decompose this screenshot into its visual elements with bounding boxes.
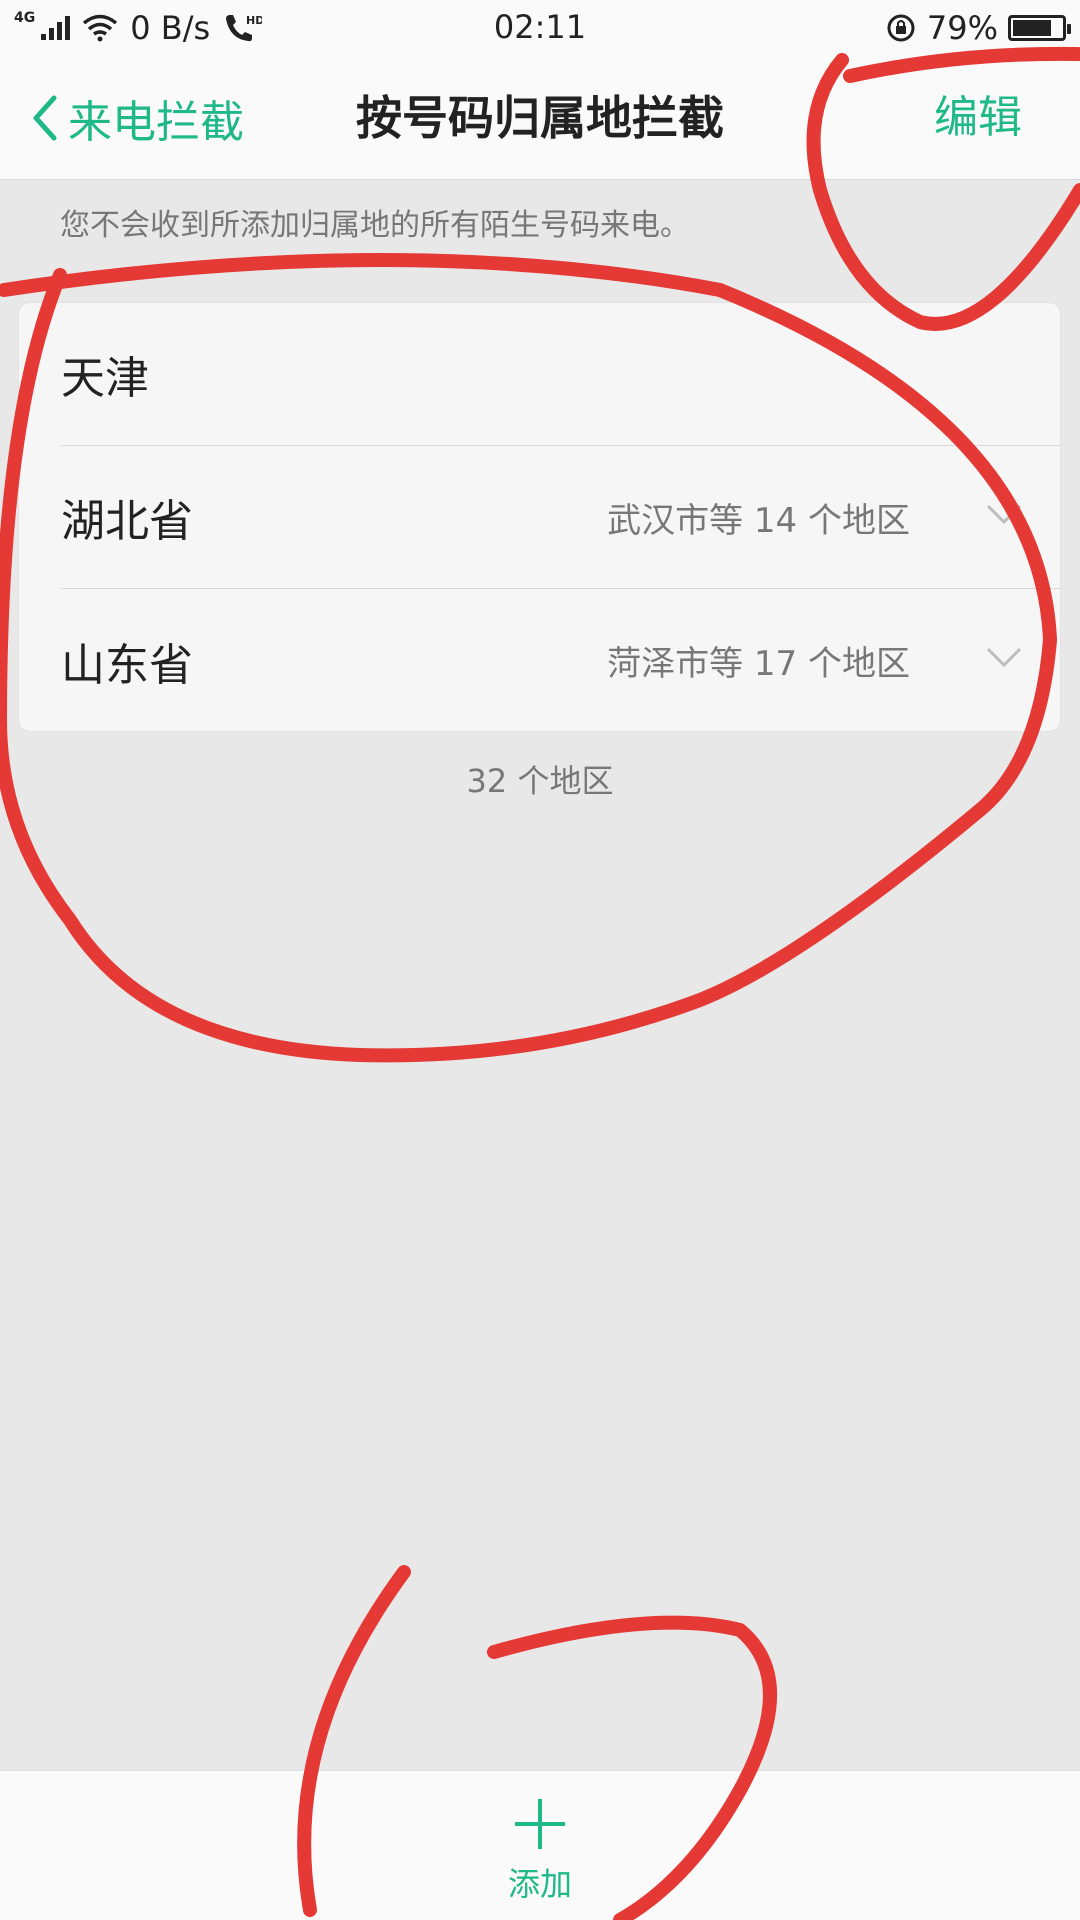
battery-percent: 79% — [926, 9, 998, 47]
annotation-overlay — [0, 46, 1080, 1920]
region-row-hubei[interactable]: 湖北省 武汉市等 14 个地区 — [61, 446, 1060, 589]
region-list: 天津 湖北省 武汉市等 14 个地区 山东省 菏泽市等 17 个地区 — [18, 302, 1061, 732]
region-count: 32 个地区 — [466, 762, 614, 800]
region-name: 山东省 — [61, 639, 193, 691]
status-right: 79% — [885, 8, 1071, 48]
add-button[interactable]: 添加 — [0, 1795, 1080, 1905]
region-name: 湖北省 — [61, 496, 193, 547]
chevron-down-icon[interactable] — [984, 500, 1024, 530]
add-label: 添加 — [507, 1865, 572, 1903]
region-name: 天津 — [61, 353, 149, 404]
plus-icon — [515, 1799, 565, 1849]
battery-fill — [1013, 20, 1051, 36]
rotation-lock-icon — [887, 14, 915, 42]
chevron-down-icon[interactable] — [984, 643, 1024, 673]
region-detail: 菏泽市等 17 个地区 — [607, 644, 910, 684]
region-row-shandong[interactable]: 山东省 菏泽市等 17 个地区 — [61, 589, 1060, 732]
bottom-bar: 添加 — [0, 1770, 1080, 1920]
battery-icon — [1008, 15, 1071, 41]
status-bar: 4G 0 B/s HD 02:11 79% — [0, 0, 1080, 56]
region-row-tianjin[interactable]: 天津 — [61, 303, 1060, 446]
region-detail: 武汉市等 14 个地区 — [607, 500, 910, 541]
page-title: 按号码归属地拦截 — [356, 91, 724, 145]
hint-text: 您不会收到所添加归属地的所有陌生号码来电。 — [60, 208, 690, 243]
edit-button[interactable]: 编辑 — [934, 86, 1022, 150]
app-header: 来电拦截 按号码归属地拦截 编辑 — [0, 56, 1080, 180]
